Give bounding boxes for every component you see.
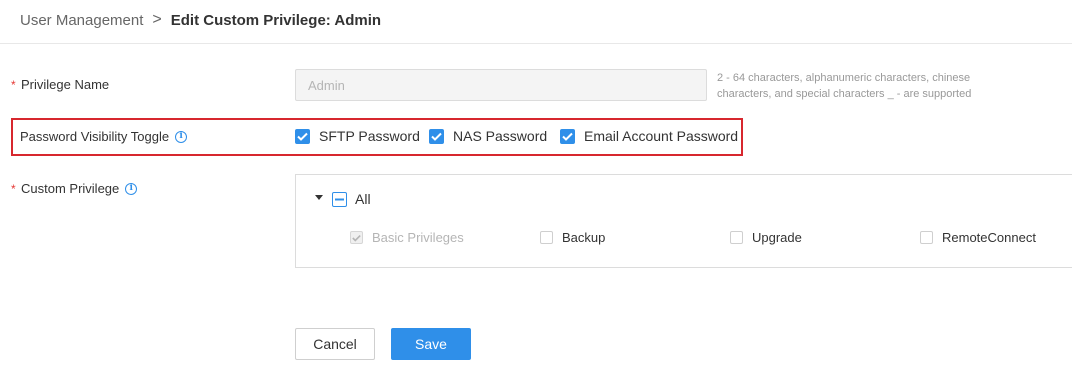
remoteconnect-label: RemoteConnect — [942, 230, 1036, 245]
breadcrumb: User Management > Edit Custom Privilege:… — [20, 11, 381, 29]
checkbox-unchecked-icon[interactable] — [730, 231, 743, 244]
email-account-password-label: Email Account Password — [584, 128, 739, 144]
privilege-name-hint: 2 - 64 characters, alphanumeric characte… — [717, 72, 972, 100]
email-account-password-checkbox[interactable]: Email Account Password — [560, 128, 738, 144]
all-privileges-checkbox[interactable]: All — [332, 191, 371, 207]
required-marker: * — [11, 77, 16, 92]
sftp-password-checkbox[interactable]: SFTP Password — [295, 128, 420, 144]
remoteconnect-checkbox[interactable]: RemoteConnect — [920, 230, 1036, 245]
nas-password-label: NAS Password — [453, 128, 548, 144]
privilege-name-label: * Privilege Name — [11, 77, 109, 92]
privilege-tree-panel — [295, 174, 1072, 268]
nas-password-checkbox[interactable]: NAS Password — [429, 128, 547, 144]
cancel-button[interactable]: Cancel — [295, 328, 375, 360]
password-visibility-label-text: Password Visibility Toggle — [20, 129, 170, 144]
save-button[interactable]: Save — [391, 328, 471, 360]
custom-privilege-label: * Custom Privilege i — [11, 181, 138, 196]
checkbox-unchecked-icon[interactable] — [920, 231, 933, 244]
checkbox-checked-icon[interactable] — [560, 128, 575, 144]
privilege-name-input[interactable] — [295, 69, 707, 101]
page-header: User Management > Edit Custom Privilege:… — [0, 0, 1072, 44]
checkbox-checked-icon[interactable] — [295, 128, 310, 144]
password-visibility-label: Password Visibility Toggle i — [20, 129, 188, 144]
info-icon[interactable]: i — [175, 130, 188, 143]
sftp-password-label: SFTP Password — [319, 128, 420, 144]
all-privileges-label: All — [355, 191, 371, 207]
custom-privilege-label-text: Custom Privilege — [21, 181, 120, 196]
upgrade-label: Upgrade — [752, 230, 802, 245]
caret-down-icon[interactable] — [315, 195, 323, 200]
upgrade-checkbox[interactable]: Upgrade — [730, 230, 802, 245]
checkbox-unchecked-icon[interactable] — [540, 231, 553, 244]
privilege-name-label-text: Privilege Name — [21, 77, 110, 92]
info-icon[interactable]: i — [125, 182, 138, 195]
checkbox-disabled-checked-icon — [350, 231, 363, 244]
backup-label: Backup — [562, 230, 606, 245]
required-marker: * — [11, 181, 16, 196]
checkbox-indeterminate-icon[interactable] — [332, 191, 347, 207]
basic-privileges-checkbox: Basic Privileges — [350, 230, 464, 245]
basic-privileges-label: Basic Privileges — [372, 230, 464, 245]
breadcrumb-separator: > — [152, 11, 162, 28]
checkbox-checked-icon[interactable] — [429, 128, 444, 144]
backup-checkbox[interactable]: Backup — [540, 230, 605, 245]
breadcrumb-user-management[interactable]: User Management — [20, 12, 143, 29]
page-title: Edit Custom Privilege: Admin — [170, 11, 382, 29]
